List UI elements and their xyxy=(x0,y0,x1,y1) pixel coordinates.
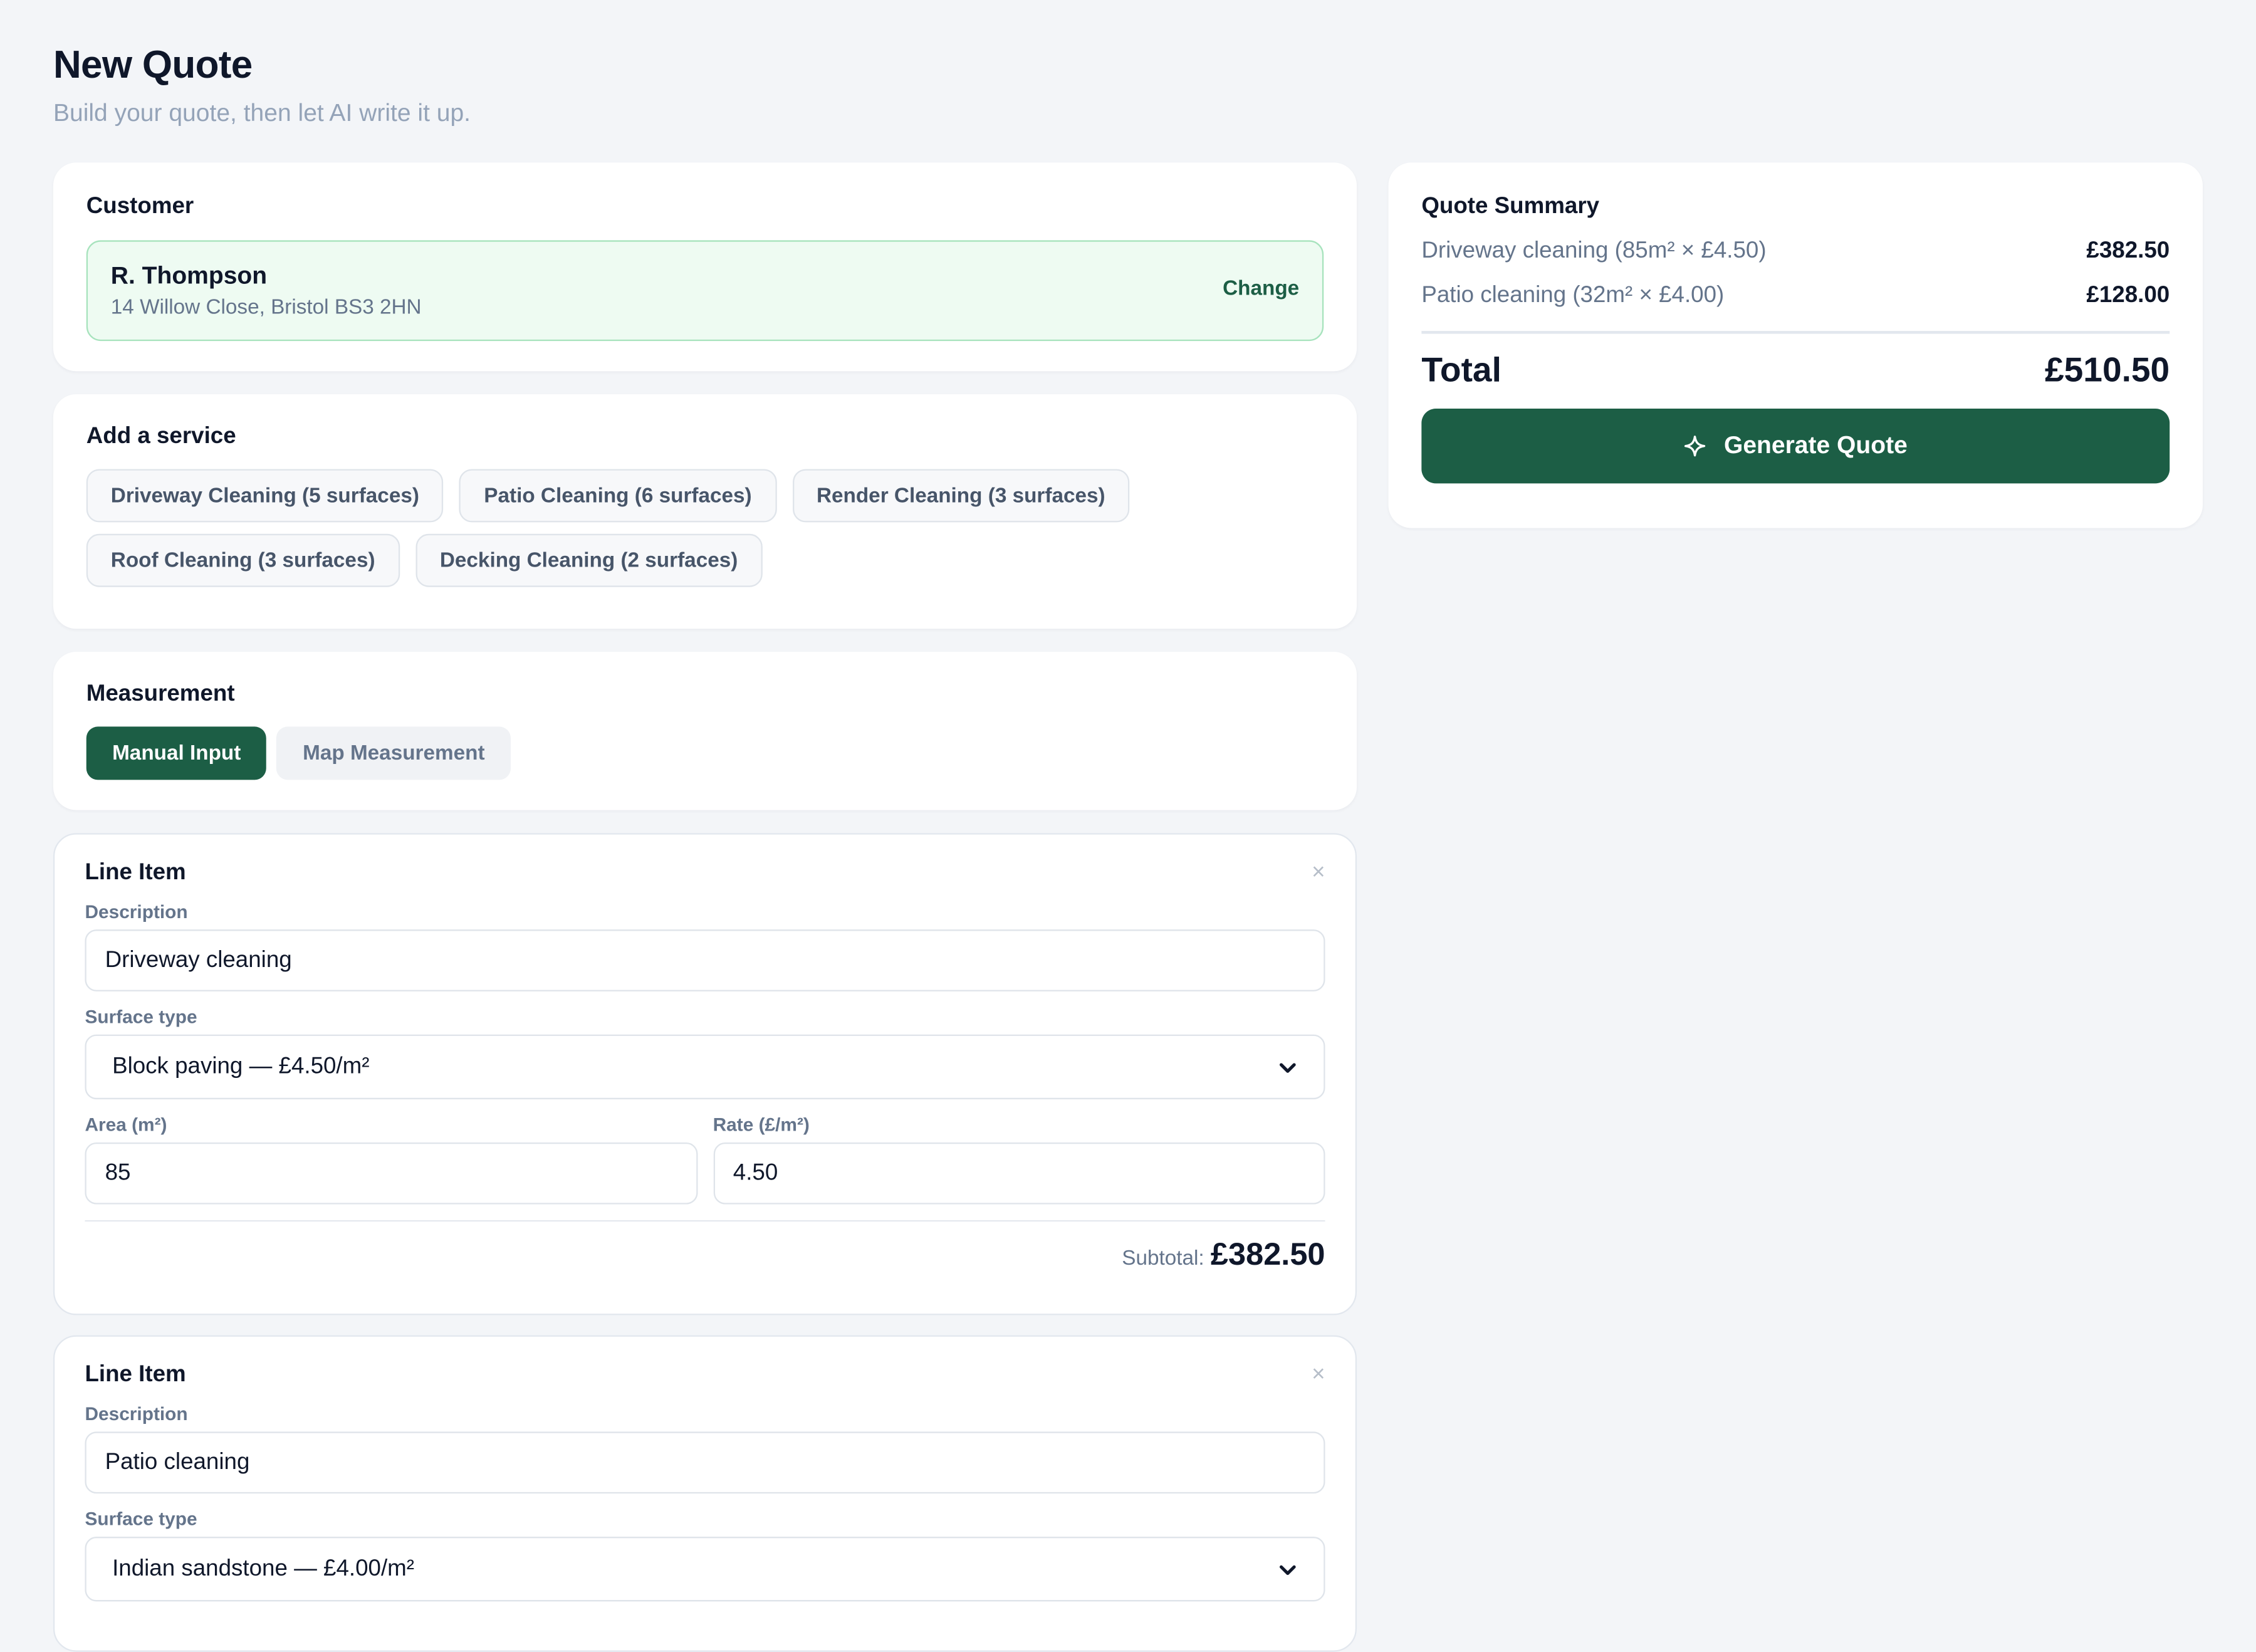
service-chip-driveway[interactable]: Driveway Cleaning (5 surfaces) xyxy=(86,469,444,523)
service-chip-patio[interactable]: Patio Cleaning (6 surfaces) xyxy=(459,469,776,523)
quote-summary-card: Quote Summary Driveway cleaning (85m² × … xyxy=(1388,162,2203,528)
customer-address: 14 Willow Close, Bristol BS3 2HN xyxy=(110,296,422,320)
surface-type-value: Block paving — £4.50/m² xyxy=(112,1053,370,1079)
summary-row-description: Driveway cleaning (85m² × £4.50) xyxy=(1421,239,1767,264)
add-service-heading: Add a service xyxy=(86,424,236,449)
add-service-card: Add a service Driveway Cleaning (5 surfa… xyxy=(53,394,1357,629)
page-subtitle: Build your quote, then let AI write it u… xyxy=(53,99,471,127)
line-item-header: Line Item × xyxy=(85,860,1325,886)
summary-row-amount: £382.50 xyxy=(2086,239,2170,264)
service-chip-render[interactable]: Render Cleaning (3 surfaces) xyxy=(791,469,1130,523)
customer-heading: Customer xyxy=(86,194,194,219)
description-label: Description xyxy=(85,901,188,923)
service-chip-decking[interactable]: Decking Cleaning (2 surfaces) xyxy=(415,533,763,587)
measurement-toggle: Manual Input Map Measurement xyxy=(86,726,1324,780)
rate-input[interactable]: 4.50 xyxy=(713,1142,1325,1205)
summary-row: Patio cleaning (32m² × £4.00) £128.00 xyxy=(1421,283,2170,309)
line-item-title: Line Item xyxy=(85,860,186,885)
area-field-group: Area (m²) 85 xyxy=(85,1099,697,1205)
selected-customer: R. Thompson 14 Willow Close, Bristol BS3… xyxy=(86,240,1324,342)
sparkle-icon xyxy=(1684,434,1706,456)
subtotal-label: Subtotal: xyxy=(1122,1247,1204,1271)
area-input[interactable]: 85 xyxy=(85,1142,697,1205)
measurement-heading: Measurement xyxy=(86,682,235,707)
generate-quote-button[interactable]: Generate Quote xyxy=(1421,407,2170,483)
chevron-down-icon xyxy=(1279,1062,1296,1072)
summary-divider xyxy=(1421,331,2170,333)
remove-line-item-icon[interactable]: × xyxy=(1312,1362,1325,1388)
total-value: £510.50 xyxy=(2045,350,2170,390)
summary-row: Driveway cleaning (85m² × £4.50) £382.50 xyxy=(1421,239,2170,264)
subtotal-value: £382.50 xyxy=(1210,1236,1325,1272)
total-label: Total xyxy=(1421,350,1501,390)
change-customer-button[interactable]: Change xyxy=(1223,278,1299,301)
summary-row-description: Patio cleaning (32m² × £4.00) xyxy=(1421,283,1725,308)
surface-type-label: Surface type xyxy=(85,1508,197,1530)
remove-line-item-icon[interactable]: × xyxy=(1312,860,1325,886)
service-chip-list: Driveway Cleaning (5 surfaces) Patio Cle… xyxy=(86,469,1223,587)
description-input[interactable]: Patio cleaning xyxy=(85,1431,1325,1494)
rate-field-group: Rate (£/m²) 4.50 xyxy=(713,1099,1325,1205)
line-item-card: Line Item × Description Driveway cleanin… xyxy=(53,833,1357,1315)
line-item-card: Line Item × Description Patio cleaning S… xyxy=(53,1335,1357,1652)
rate-label: Rate (£/m²) xyxy=(713,1114,810,1136)
surface-type-select[interactable]: Block paving — £4.50/m² xyxy=(85,1034,1325,1100)
description-input[interactable]: Driveway cleaning xyxy=(85,929,1325,991)
generate-quote-label: Generate Quote xyxy=(1723,431,1908,459)
line-item-title: Line Item xyxy=(85,1362,186,1388)
line-item-divider xyxy=(85,1220,1325,1222)
summary-row-amount: £128.00 xyxy=(2086,283,2170,308)
surface-type-value: Indian sandstone — £4.00/m² xyxy=(112,1556,415,1581)
line-item-subtotal: Subtotal: £382.50 xyxy=(85,1236,1325,1273)
page-title: New Quote xyxy=(53,43,253,86)
surface-type-select[interactable]: Indian sandstone — £4.00/m² xyxy=(85,1537,1325,1602)
service-chip-roof[interactable]: Roof Cleaning (3 surfaces) xyxy=(86,533,400,587)
description-label: Description xyxy=(85,1403,188,1425)
chevron-down-icon xyxy=(1279,1564,1296,1574)
line-item-header: Line Item × xyxy=(85,1362,1325,1388)
area-label: Area (m²) xyxy=(85,1114,167,1136)
map-measurement-tab[interactable]: Map Measurement xyxy=(276,726,511,780)
page-header: New Quote Build your quote, then let AI … xyxy=(53,43,471,128)
area-rate-row: Area (m²) 85 Rate (£/m²) 4.50 xyxy=(85,1099,1325,1205)
manual-input-tab[interactable]: Manual Input xyxy=(86,726,267,780)
customer-card: Customer R. Thompson 14 Willow Close, Br… xyxy=(53,162,1357,372)
new-quote-page: New Quote Build your quote, then let AI … xyxy=(0,0,2256,1652)
surface-type-label: Surface type xyxy=(85,1005,197,1028)
customer-name: R. Thompson xyxy=(110,261,268,290)
total-row: Total £510.50 xyxy=(1421,350,2170,390)
measurement-card: Measurement Manual Input Map Measurement xyxy=(53,652,1357,810)
quote-summary-heading: Quote Summary xyxy=(1421,194,1600,219)
